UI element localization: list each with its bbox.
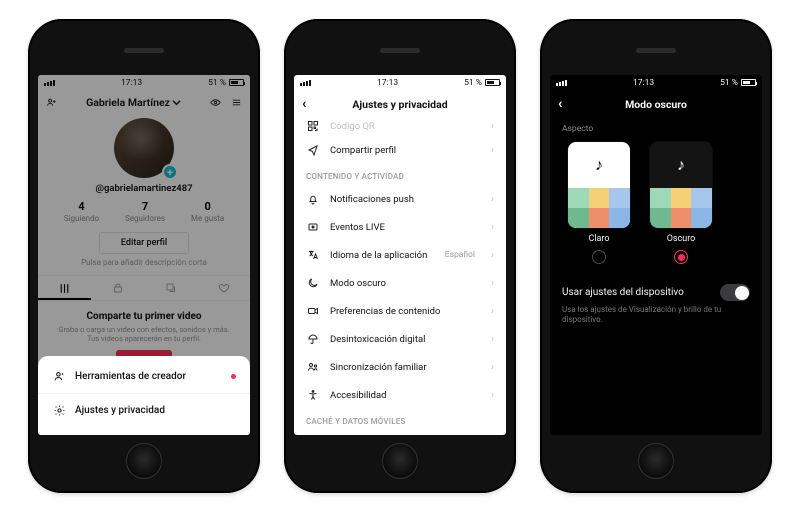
notification-dot xyxy=(231,374,236,379)
chevron-right-icon: › xyxy=(491,278,494,289)
row-lang-value: Español xyxy=(445,250,475,260)
accessibility-icon xyxy=(306,389,320,401)
row-detox[interactable]: Desintoxicación digital › xyxy=(294,325,506,353)
phone-profile: 17:13 51 % Gabriela Martínez xyxy=(28,19,260,493)
chevron-right-icon: › xyxy=(491,222,494,233)
chevron-right-icon: › xyxy=(491,145,494,156)
row-qr[interactable]: Código QR › xyxy=(294,118,506,136)
row-family-label: Sincronización familiar xyxy=(330,362,427,373)
row-detox-label: Desintoxicación digital xyxy=(330,334,425,345)
chevron-right-icon: › xyxy=(491,362,494,373)
section-cache: CACHÉ Y DATOS MÓVILES xyxy=(294,409,506,430)
bell-icon xyxy=(306,193,320,205)
screen-profile: 17:13 51 % Gabriela Martínez xyxy=(38,75,250,435)
row-pref-label: Preferencias de contenido xyxy=(330,306,440,317)
row-qr-label: Código QR xyxy=(330,121,375,132)
phone-settings: 17:13 51 % ‹ Ajustes y privacidad Código… xyxy=(284,19,516,493)
option-dark[interactable]: ♪ Oscuro xyxy=(650,142,712,264)
live-icon xyxy=(306,221,320,233)
battery-icon xyxy=(485,79,500,86)
screen-settings: 17:13 51 % ‹ Ajustes y privacidad Código… xyxy=(294,75,506,435)
aspect-label: Aspecto xyxy=(550,118,762,142)
status-time: 17:13 xyxy=(377,78,398,88)
chevron-right-icon: › xyxy=(491,390,494,401)
profile-content: 17:13 51 % Gabriela Martínez xyxy=(38,75,250,376)
row-lang-label: Idioma de la aplicación xyxy=(330,250,427,261)
use-device-hint: Usa los ajustes de Visualización y brill… xyxy=(550,303,762,326)
row-darkmode[interactable]: Modo oscuro › xyxy=(294,269,506,297)
chevron-right-icon: › xyxy=(491,194,494,205)
sheet-creator-tools-label: Herramientas de creador xyxy=(75,371,186,382)
row-push-label: Notificaciones push xyxy=(330,194,414,205)
row-share[interactable]: Compartir perfil › xyxy=(294,136,506,164)
preview-light: ♪ xyxy=(568,142,630,228)
signal-icon xyxy=(300,80,311,86)
darkmode-title: Modo oscuro xyxy=(625,98,687,111)
darkmode-header: ‹ Modo oscuro xyxy=(550,90,762,118)
home-button[interactable] xyxy=(638,443,674,479)
home-button[interactable] xyxy=(382,443,418,479)
chevron-right-icon: › xyxy=(491,250,494,261)
phone-darkmode: 17:13 51 % ‹ Modo oscuro Aspecto ♪ Claro… xyxy=(540,19,772,493)
screen-darkmode: 17:13 51 % ‹ Modo oscuro Aspecto ♪ Claro… xyxy=(550,75,762,435)
row-darkmode-label: Modo oscuro xyxy=(330,278,386,289)
status-bar: 17:13 51 % xyxy=(294,75,506,90)
sheet-settings[interactable]: Ajustes y privacidad xyxy=(38,394,250,427)
use-device-label: Usar ajustes del dispositivo xyxy=(562,287,684,298)
sheet-creator-tools[interactable]: Herramientas de creador xyxy=(38,360,250,393)
row-a11y-label: Accesibilidad xyxy=(330,390,387,401)
chevron-right-icon: › xyxy=(491,306,494,317)
chevron-right-icon: › xyxy=(491,334,494,345)
video-icon xyxy=(306,305,320,317)
option-dark-label: Oscuro xyxy=(667,234,696,244)
status-battery-pct: 51 % xyxy=(464,78,482,88)
home-button[interactable] xyxy=(126,443,162,479)
tiktok-logo-icon: ♪ xyxy=(677,155,685,175)
radio-light[interactable] xyxy=(592,250,606,264)
row-share-label: Compartir perfil xyxy=(330,145,396,156)
gear-icon xyxy=(52,404,66,417)
preview-dark: ♪ xyxy=(650,142,712,228)
status-time: 17:13 xyxy=(633,78,654,88)
modal-scrim[interactable] xyxy=(38,75,250,376)
row-lang[interactable]: Idioma de la aplicación Español › xyxy=(294,241,506,269)
bottom-sheet: Herramientas de creador Ajustes y privac… xyxy=(38,356,250,435)
row-live-label: Eventos LIVE xyxy=(330,222,385,233)
row-live[interactable]: Eventos LIVE › xyxy=(294,213,506,241)
moon-icon xyxy=(306,277,320,289)
back-button[interactable]: ‹ xyxy=(302,96,306,112)
row-push[interactable]: Notificaciones push › xyxy=(294,185,506,213)
chevron-right-icon: › xyxy=(491,121,494,132)
row-a11y[interactable]: Accesibilidad › xyxy=(294,381,506,409)
settings-title: Ajustes y privacidad xyxy=(352,98,447,111)
section-content-activity: CONTENIDO Y ACTIVIDAD xyxy=(294,164,506,185)
share-icon xyxy=(306,144,320,156)
qr-icon xyxy=(306,120,320,132)
option-light-label: Claro xyxy=(588,234,609,244)
option-light[interactable]: ♪ Claro xyxy=(568,142,630,264)
appearance-options: ♪ Claro ♪ Oscuro xyxy=(550,142,762,272)
use-device-toggle[interactable] xyxy=(720,284,750,301)
radio-dark[interactable] xyxy=(674,250,688,264)
status-battery-pct: 51 % xyxy=(720,78,738,88)
row-pref[interactable]: Preferencias de contenido › xyxy=(294,297,506,325)
family-icon xyxy=(306,361,320,373)
tiktok-logo-icon: ♪ xyxy=(595,155,603,175)
settings-header: ‹ Ajustes y privacidad xyxy=(294,90,506,118)
umbrella-icon xyxy=(306,333,320,345)
signal-icon xyxy=(556,80,567,86)
creator-tools-icon xyxy=(52,370,66,383)
sheet-settings-label: Ajustes y privacidad xyxy=(75,405,165,416)
row-family[interactable]: Sincronización familiar › xyxy=(294,353,506,381)
battery-icon xyxy=(741,79,756,86)
row-use-device[interactable]: Usar ajustes del dispositivo xyxy=(550,272,762,303)
status-bar: 17:13 51 % xyxy=(550,75,762,90)
language-icon xyxy=(306,249,320,261)
back-button[interactable]: ‹ xyxy=(558,96,562,112)
